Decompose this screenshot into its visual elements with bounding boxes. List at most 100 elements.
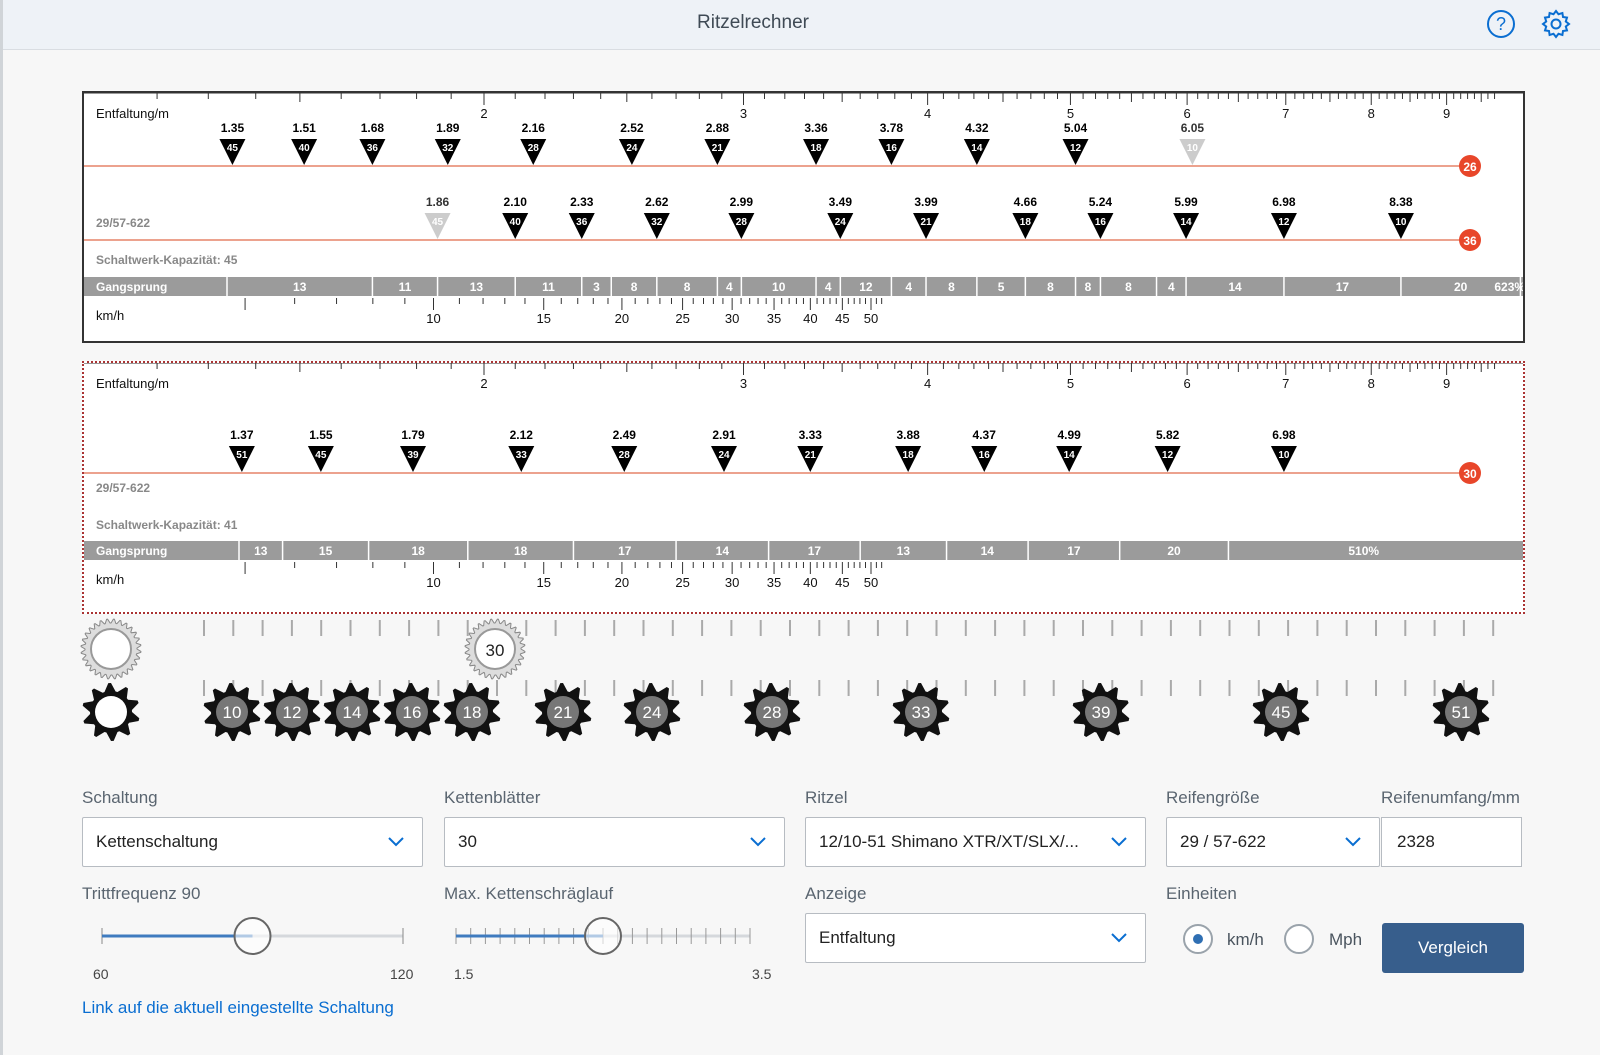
- cassette-cog: 28: [743, 683, 801, 741]
- gear-development-label: 2.33: [570, 195, 594, 209]
- gear-teeth-label: 32: [442, 143, 454, 154]
- gear-development-label: 8.38: [1389, 195, 1413, 209]
- gear-teeth-label: 24: [718, 450, 730, 461]
- gear-marker: 2.99 28: [728, 195, 755, 239]
- chevron-down-icon: [1111, 837, 1127, 847]
- gear-marker: 1.37 51: [228, 428, 255, 472]
- gear-teeth-label: 10: [1187, 143, 1199, 154]
- kmh-tick-label: 35: [767, 575, 781, 590]
- kmh-tick-label: 50: [864, 311, 878, 326]
- gangsprung-value: 14: [1228, 280, 1242, 294]
- vergleich-button[interactable]: Vergleich: [1382, 923, 1524, 973]
- cassette-cog: 45: [1252, 683, 1310, 741]
- derailleur-capacity-label: Schaltwerk-Kapazität: 45: [96, 253, 238, 267]
- cassette-cog-teeth-label: 16: [403, 703, 422, 722]
- gear-chart-2[interactable]: Entfaltung/m 2 3 4 5 6 7 8 9 30 1.37 51 1.55 45 1.79 39…: [82, 361, 1525, 614]
- anzeige-label: Anzeige: [805, 884, 867, 903]
- gear-marker: 1.68 36: [359, 121, 386, 165]
- cassette-cog: 12: [263, 683, 321, 741]
- cassette-cog: 16: [383, 683, 441, 741]
- gear-development-label: 6.98: [1272, 195, 1296, 209]
- gear-teeth-label: 28: [528, 143, 540, 154]
- schraeglauf-label: Max. Kettenschräglauf: [444, 884, 614, 903]
- umfang-input[interactable]: 2328: [1381, 817, 1522, 867]
- gear-development-label: 3.88: [896, 428, 920, 442]
- unit-kmh-radio[interactable]: [1183, 924, 1213, 954]
- gangsprung-value: 11: [542, 280, 555, 294]
- app-header: Ritzelrechner ?: [3, 0, 1600, 50]
- gear-marker: 5.24 16: [1087, 195, 1114, 239]
- gear-marker: 4.66 18: [1012, 195, 1039, 239]
- gear-development-label: 2.52: [620, 121, 644, 135]
- schaltung-select[interactable]: Kettenschaltung: [82, 817, 423, 867]
- gear-marker: 2.52 24: [618, 121, 645, 165]
- gangsprung-value: 20: [1167, 544, 1181, 558]
- umfang-label: Reifenumfang/mm: [1381, 788, 1520, 807]
- gear-teeth-label: 32: [651, 217, 663, 228]
- settings-gear-icon[interactable]: [1540, 8, 1572, 40]
- ritzel-select[interactable]: 12/10-51 Shimano XTR/XT/SLX/...: [805, 817, 1146, 867]
- gear-teeth-label: 24: [835, 217, 847, 228]
- reifen-label: Reifengröße: [1166, 788, 1260, 807]
- gangsprung-value: 13: [254, 544, 268, 558]
- ent-tick-label: 8: [1368, 106, 1375, 121]
- trittfrequenz-max: 120: [390, 966, 414, 982]
- gangsprung-value: 18: [412, 544, 426, 558]
- trittfrequenz-slider[interactable]: [92, 916, 412, 956]
- kmh-tick-label: 25: [675, 311, 689, 326]
- schraeglauf-slider[interactable]: [454, 916, 774, 956]
- unit-mph-label: Mph: [1329, 930, 1363, 949]
- gangsprung-value: 510%: [1348, 544, 1379, 558]
- ent-tick-label: 5: [1067, 106, 1074, 121]
- help-icon[interactable]: ?: [1485, 8, 1517, 40]
- kmh-tick-label: 35: [767, 311, 781, 326]
- gear-marker: 2.49 28: [611, 428, 638, 472]
- kmh-tick-label: 25: [675, 575, 689, 590]
- cassette-cog-empty-hole: [95, 696, 127, 728]
- gear-marker: 1.89 32: [434, 121, 461, 165]
- gear-teeth-label: 10: [1278, 450, 1290, 461]
- gear-teeth-label: 12: [1162, 450, 1174, 461]
- gangsprung-value: 14: [716, 544, 730, 558]
- gear-teeth-label: 39: [407, 450, 419, 461]
- cassette-cog: 10: [203, 683, 261, 741]
- gear-development-label: 6.98: [1272, 428, 1296, 442]
- ent-tick-label: 7: [1282, 376, 1289, 391]
- ent-tick-label: 4: [924, 376, 931, 391]
- unit-kmh-label: km/h: [1227, 930, 1264, 949]
- gear-development-label: 4.32: [965, 121, 989, 135]
- gear-marker: 3.33 21: [797, 428, 824, 472]
- gangsprung-value: 12: [859, 280, 873, 294]
- gear-teeth-label: 33: [516, 450, 528, 461]
- schraeglauf-min: 1.5: [454, 966, 474, 982]
- cassette-cog: 18: [443, 683, 501, 741]
- kmh-tick-label: 10: [426, 311, 440, 326]
- gear-teeth-label: 40: [510, 217, 522, 228]
- kmh-tick-label: 30: [725, 311, 739, 326]
- gangsprung-value: 17: [1067, 544, 1081, 558]
- gear-marker: 4.32 14: [963, 121, 990, 165]
- ent-tick-label: 2: [480, 106, 487, 121]
- kmh-tick-label: 30: [725, 575, 739, 590]
- settings-permalink[interactable]: Link auf die aktuell eingestellte Schalt…: [82, 998, 394, 1018]
- gangsprung-value: 14: [981, 544, 995, 558]
- gear-teeth-label: 14: [1180, 217, 1192, 228]
- gear-development-label: 5.99: [1174, 195, 1198, 209]
- gear-chart-1[interactable]: Entfaltung/m 2 3 4 5 6 7 8 9 26 1.35 45 1.51 40 1.68 36…: [82, 91, 1525, 343]
- anzeige-select[interactable]: Entfaltung: [805, 913, 1146, 963]
- kettenblaetter-select[interactable]: 30: [444, 817, 785, 867]
- gear-development-label: 3.99: [914, 195, 938, 209]
- gear-development-label: 3.36: [804, 121, 828, 135]
- gear-development-label: 2.10: [504, 195, 528, 209]
- gear-teeth-label: 14: [971, 143, 983, 154]
- gear-teeth-label: 16: [1095, 217, 1107, 228]
- gear-marker: 3.88 18: [895, 428, 922, 472]
- reifen-select[interactable]: 29 / 57-622: [1166, 817, 1380, 867]
- gangsprung-value: 5: [998, 280, 1005, 294]
- unit-mph-radio[interactable]: [1284, 924, 1314, 954]
- gear-marker: 5.04 12: [1062, 121, 1089, 165]
- reifen-value: 29 / 57-622: [1180, 832, 1267, 851]
- ent-tick-label: 4: [924, 106, 931, 121]
- chevron-down-icon: [388, 837, 404, 847]
- tire-size-label: 29/57-622: [96, 481, 150, 495]
